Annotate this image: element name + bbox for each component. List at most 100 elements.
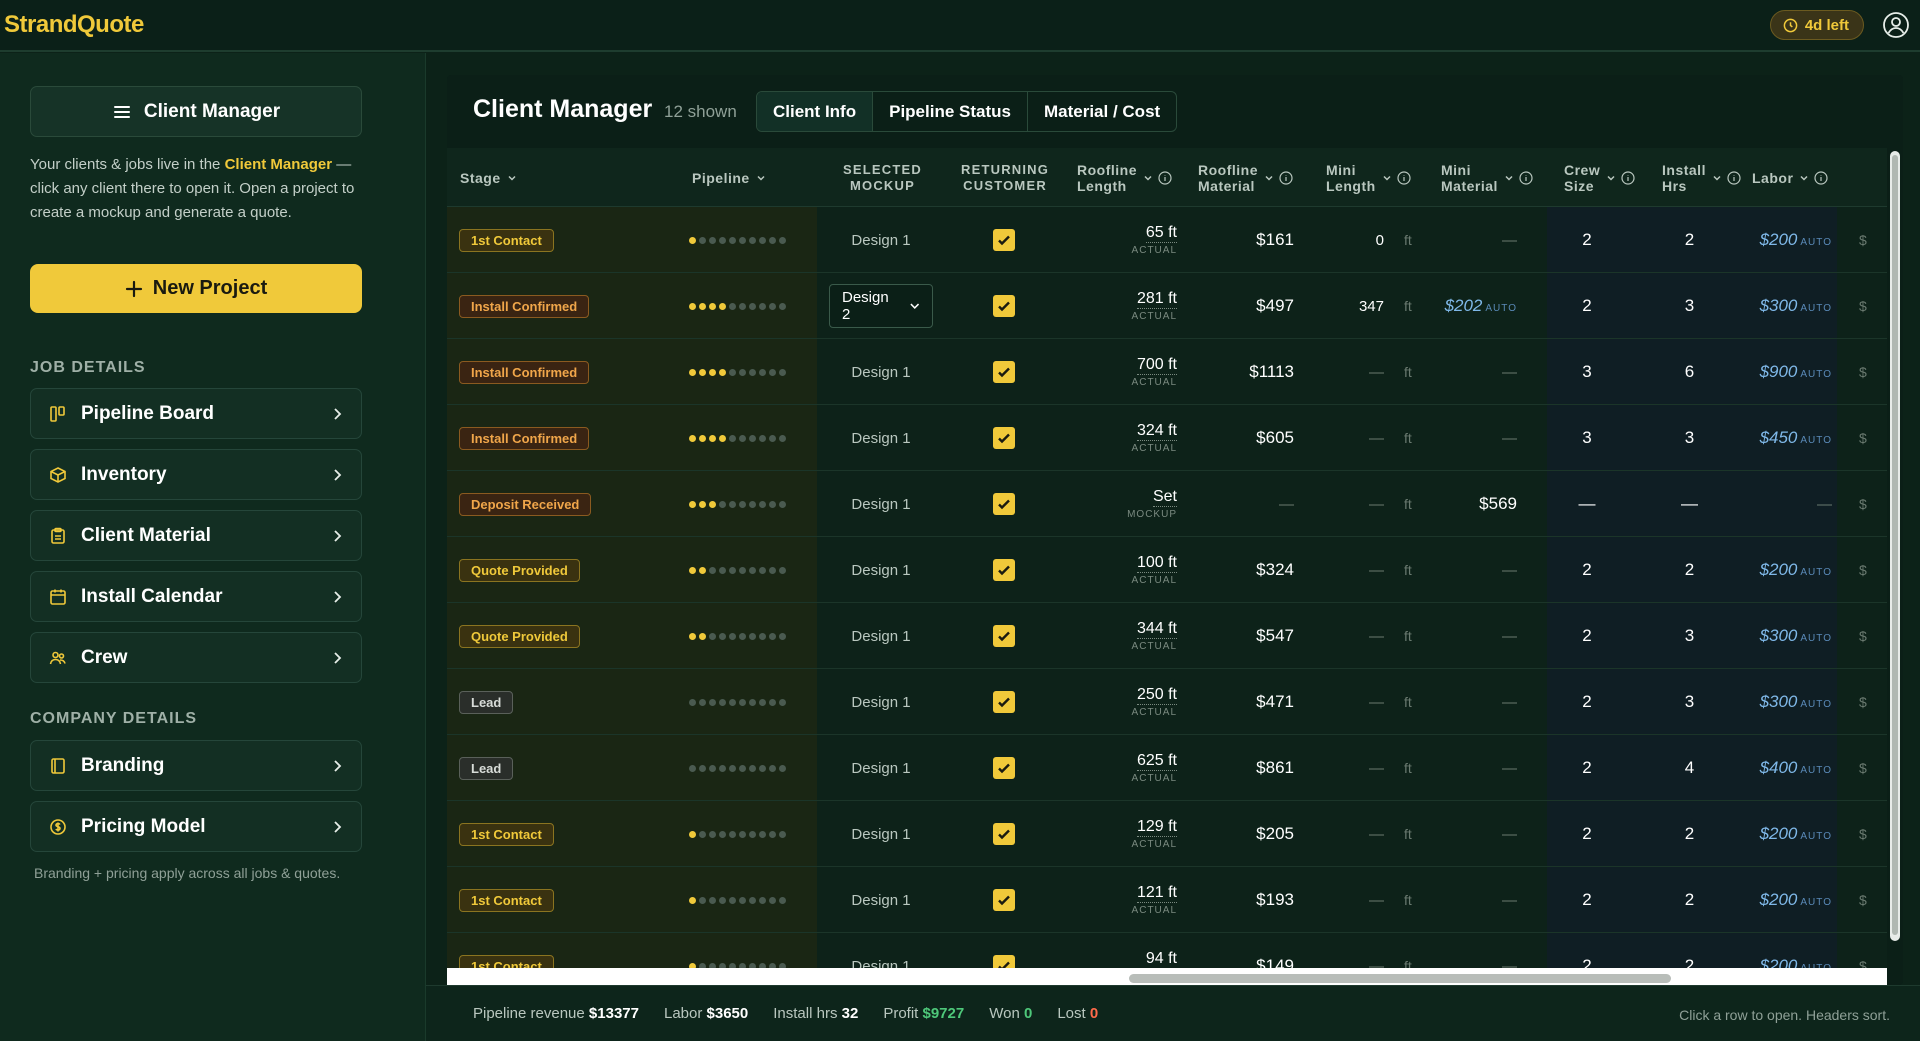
mini-length-value[interactable]: —: [1369, 364, 1384, 381]
header-mini-length[interactable]: Mini Length: [1326, 148, 1411, 207]
table-row[interactable]: Lead Design 1 625 ft ACTUAL $861— ft —2 4 $400 AU…: [447, 735, 1887, 801]
stage-badge[interactable]: 1st Contact: [459, 228, 554, 252]
horizontal-scroll-thumb[interactable]: [1129, 974, 1671, 983]
header-roofline-material[interactable]: Roofline Material: [1198, 148, 1293, 207]
crew-size-value[interactable]: —: [1579, 494, 1596, 514]
sidebar-item-inventory[interactable]: Inventory: [30, 449, 362, 500]
info-icon[interactable]: [1397, 170, 1411, 185]
info-icon[interactable]: [1727, 170, 1741, 185]
install-hrs-value[interactable]: 2: [1685, 824, 1694, 844]
mockup-name[interactable]: Design 1: [851, 694, 910, 711]
mini-length-value[interactable]: —: [1369, 562, 1384, 579]
table-row[interactable]: Install Confirmed Design 1 700 ft ACTUAL $11…: [447, 339, 1887, 405]
crew-size-value[interactable]: 3: [1582, 362, 1591, 382]
mockup-name[interactable]: Design 1: [851, 430, 910, 447]
vertical-scrollbar[interactable]: [1890, 151, 1900, 941]
sidebar-item-client-material[interactable]: Client Material: [30, 510, 362, 561]
stage-badge[interactable]: Lead: [459, 756, 514, 780]
mini-length-value[interactable]: —: [1369, 694, 1384, 711]
install-hrs-value[interactable]: 3: [1685, 626, 1694, 646]
returning-customer-checkbox[interactable]: [993, 757, 1015, 779]
client-manager-link[interactable]: Client Manager: [225, 156, 333, 173]
info-icon[interactable]: [1158, 170, 1172, 185]
mini-length-value[interactable]: —: [1369, 826, 1384, 843]
header-crew-size[interactable]: Crew Size: [1564, 148, 1635, 207]
table-row[interactable]: Install Confirmed Design 2 281 ft ACTUAL $49…: [447, 273, 1887, 339]
header-labor[interactable]: Labor: [1752, 148, 1828, 207]
mockup-name[interactable]: Design 1: [851, 826, 910, 843]
install-hrs-value[interactable]: 3: [1685, 296, 1694, 316]
mockup-name[interactable]: Design 1: [851, 760, 910, 777]
table-row[interactable]: 1st ContactDesign 194 ftACTUAL$149—ft—22…: [447, 933, 1887, 968]
crew-size-value[interactable]: 2: [1582, 230, 1591, 250]
mini-length-value[interactable]: —: [1369, 430, 1384, 447]
header-pipeline[interactable]: Pipeline: [692, 148, 766, 207]
install-hrs-value[interactable]: 2: [1685, 956, 1694, 968]
returning-customer-checkbox[interactable]: [993, 625, 1015, 647]
sidebar-item-pipeline-board[interactable]: Pipeline Board: [30, 388, 362, 439]
header-roofline-length[interactable]: Roofline Length: [1077, 148, 1172, 207]
crew-size-value[interactable]: 2: [1582, 692, 1591, 712]
new-project-button[interactable]: New Project: [30, 264, 362, 313]
header-mini-material[interactable]: Mini Material: [1441, 148, 1533, 207]
trial-badge[interactable]: 4d left: [1769, 10, 1864, 40]
crew-size-value[interactable]: 3: [1582, 428, 1591, 448]
crew-size-value[interactable]: 2: [1582, 890, 1591, 910]
table-row[interactable]: Lead Design 1 250 ft ACTUAL $471— ft —2 3 $300 AU…: [447, 669, 1887, 735]
mockup-name[interactable]: Design 1: [851, 958, 910, 969]
stage-badge[interactable]: Install Confirmed: [459, 426, 590, 450]
mini-length-value[interactable]: —: [1369, 628, 1384, 645]
mockup-name[interactable]: Design 1: [851, 892, 910, 909]
mockup-name[interactable]: Design 1: [851, 364, 910, 381]
sidebar-item-pricing-model[interactable]: Pricing Model: [30, 801, 362, 852]
info-icon[interactable]: [1279, 170, 1293, 185]
returning-customer-checkbox[interactable]: [993, 559, 1015, 581]
header-returning-customer[interactable]: RETURNING CUSTOMER: [961, 148, 1049, 207]
user-account-icon[interactable]: [1882, 11, 1910, 39]
stage-badge[interactable]: Quote Provided: [459, 558, 580, 582]
horizontal-scrollbar[interactable]: [447, 968, 1887, 985]
table-row[interactable]: 1st Contact Design 1 65 ft ACTUAL $161 0 ft —2 2…: [447, 207, 1887, 273]
stage-badge[interactable]: Quote Provided: [459, 624, 580, 648]
mini-length-value[interactable]: —: [1369, 958, 1384, 969]
crew-size-value[interactable]: 2: [1582, 296, 1591, 316]
install-hrs-value[interactable]: 6: [1685, 362, 1694, 382]
mini-length-value[interactable]: —: [1369, 760, 1384, 777]
mockup-select[interactable]: Design 2: [829, 284, 933, 328]
app-logo[interactable]: StrandQuote: [4, 11, 144, 39]
sidebar-item-branding[interactable]: Branding: [30, 740, 362, 791]
mini-length-value[interactable]: —: [1369, 892, 1384, 909]
table-row[interactable]: 1st Contact Design 1 121 ft ACTUAL $193— ft —2…: [447, 867, 1887, 933]
stage-badge[interactable]: 1st Contact: [459, 888, 554, 912]
mockup-name[interactable]: Design 1: [851, 496, 910, 513]
install-hrs-value[interactable]: 4: [1685, 758, 1694, 778]
install-hrs-value[interactable]: 2: [1685, 560, 1694, 580]
crew-size-value[interactable]: 2: [1582, 758, 1591, 778]
mockup-name[interactable]: Design 1: [851, 628, 910, 645]
info-icon[interactable]: [1519, 170, 1533, 185]
table-row[interactable]: Deposit Received Design 1 Set MOCKUP — — ft $56…: [447, 471, 1887, 537]
table-row[interactable]: 1st Contact Design 1 129 ft ACTUAL $205— ft —2…: [447, 801, 1887, 867]
table-row[interactable]: Quote Provided Design 1 344 ft ACTUAL $547— f…: [447, 603, 1887, 669]
crew-size-value[interactable]: 2: [1582, 824, 1591, 844]
stage-badge[interactable]: Lead: [459, 690, 514, 714]
returning-customer-checkbox[interactable]: [993, 691, 1015, 713]
table-row[interactable]: Install Confirmed Design 1 324 ft ACTUAL $60…: [447, 405, 1887, 471]
sidebar-item-install-calendar[interactable]: Install Calendar: [30, 571, 362, 622]
header-selected-mockup[interactable]: SELECTED MOCKUP: [843, 148, 922, 207]
stage-badge[interactable]: Install Confirmed: [459, 360, 590, 384]
tab-pipeline-status[interactable]: Pipeline Status: [873, 92, 1028, 131]
stage-badge[interactable]: 1st Contact: [459, 822, 554, 846]
stage-badge[interactable]: Install Confirmed: [459, 294, 590, 318]
crew-size-value[interactable]: 2: [1582, 560, 1591, 580]
returning-customer-checkbox[interactable]: [993, 493, 1015, 515]
crew-size-value[interactable]: 2: [1582, 956, 1591, 968]
install-hrs-value[interactable]: —: [1681, 494, 1698, 514]
table-row[interactable]: Quote Provided Design 1 100 ft ACTUAL $324— f…: [447, 537, 1887, 603]
install-hrs-value[interactable]: 3: [1685, 692, 1694, 712]
mini-length-value[interactable]: —: [1369, 496, 1384, 513]
tab-material-cost[interactable]: Material / Cost: [1028, 92, 1176, 131]
install-hrs-value[interactable]: 3: [1685, 428, 1694, 448]
header-install-hrs[interactable]: Install Hrs: [1662, 148, 1741, 207]
stage-badge[interactable]: Deposit Received: [459, 492, 592, 516]
